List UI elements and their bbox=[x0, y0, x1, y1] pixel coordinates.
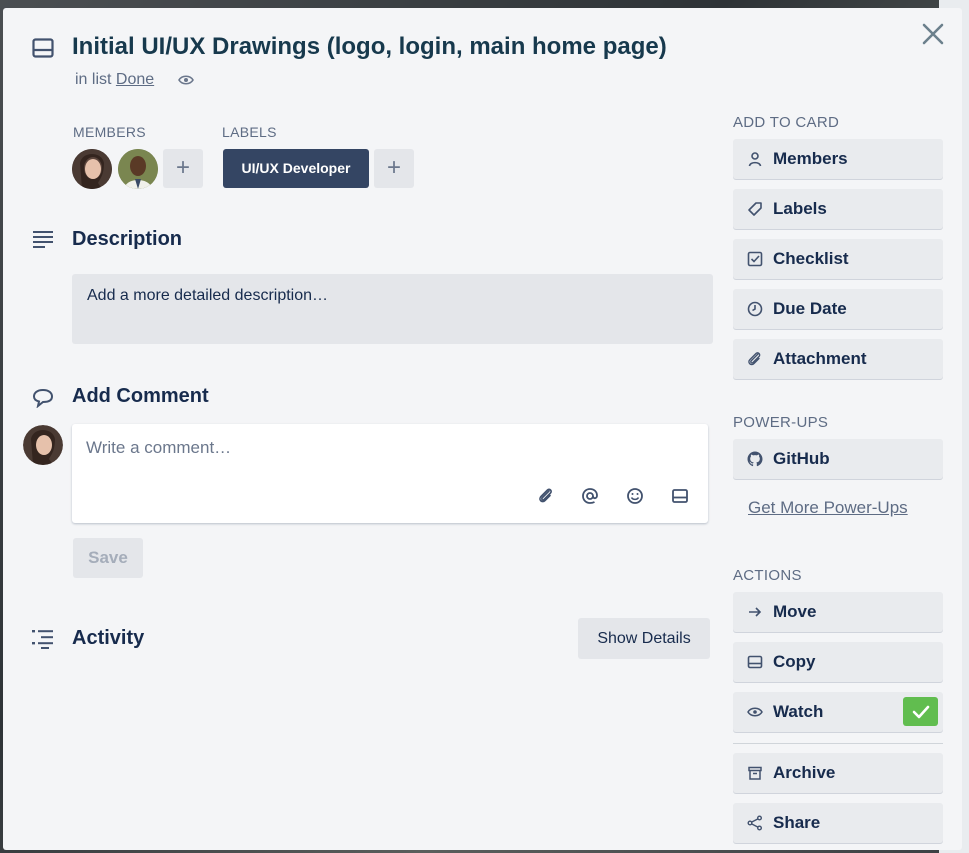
checkmark-icon bbox=[912, 705, 930, 719]
card-icon bbox=[747, 655, 763, 669]
add-comment-heading: Add Comment bbox=[72, 385, 209, 407]
close-button[interactable] bbox=[919, 22, 947, 50]
paperclip-icon bbox=[748, 352, 761, 366]
copy-button[interactable]: Copy bbox=[733, 642, 943, 682]
card-list-info: in list Done bbox=[75, 71, 154, 89]
in-list-prefix: in list bbox=[75, 71, 112, 88]
activity-icon bbox=[32, 630, 53, 649]
get-more-powerups-link[interactable]: Get More Power-Ups bbox=[748, 498, 908, 518]
add-member-button[interactable]: + bbox=[163, 149, 203, 188]
archive-button[interactable]: Archive bbox=[733, 753, 943, 793]
add-members-button[interactable]: Members bbox=[733, 139, 943, 179]
add-checklist-button[interactable]: Checklist bbox=[733, 239, 943, 279]
avatar[interactable] bbox=[118, 149, 158, 189]
archive-icon bbox=[748, 766, 762, 780]
move-button[interactable]: Move bbox=[733, 592, 943, 632]
actions-divider bbox=[733, 743, 943, 744]
members-heading: MEMBERS bbox=[73, 124, 146, 140]
description-heading: Description bbox=[72, 228, 183, 250]
github-powerup-button[interactable]: GitHub bbox=[733, 439, 943, 479]
emoji-icon[interactable] bbox=[625, 486, 645, 506]
watch-checked-badge bbox=[903, 697, 938, 726]
copy-label: Copy bbox=[773, 652, 816, 671]
checkbox-icon bbox=[747, 251, 763, 267]
eye-icon bbox=[747, 707, 763, 717]
labels-heading: LABELS bbox=[222, 124, 277, 140]
tag-icon bbox=[748, 202, 762, 216]
clock-icon bbox=[747, 301, 763, 317]
description-icon bbox=[33, 231, 53, 248]
activity-heading: Activity bbox=[72, 627, 145, 649]
comment-placeholder: Write a comment… bbox=[86, 438, 232, 457]
share-icon bbox=[747, 815, 762, 831]
close-icon[interactable] bbox=[922, 23, 944, 45]
comment-input[interactable]: Write a comment… bbox=[72, 424, 708, 523]
add-attachment-button[interactable]: Attachment bbox=[733, 339, 943, 379]
add-checklist-label: Checklist bbox=[773, 249, 849, 268]
show-details-button[interactable]: Show Details bbox=[578, 618, 710, 659]
arrow-right-icon bbox=[749, 607, 762, 617]
avatar[interactable] bbox=[72, 149, 112, 189]
description-editor[interactable]: Add a more detailed description… bbox=[72, 274, 713, 344]
powerups-heading: POWER-UPS bbox=[733, 414, 829, 431]
add-labels-label: Labels bbox=[773, 199, 827, 218]
add-attachment-label: Attachment bbox=[773, 349, 867, 368]
add-due-date-button[interactable]: Due Date bbox=[733, 289, 943, 329]
attachment-icon[interactable] bbox=[536, 486, 556, 506]
actions-heading: ACTIONS bbox=[733, 567, 802, 584]
label-chip[interactable]: UI/UX Developer bbox=[223, 149, 369, 188]
github-label: GitHub bbox=[773, 449, 830, 468]
add-due-date-label: Due Date bbox=[773, 299, 847, 318]
github-icon bbox=[747, 451, 763, 467]
share-label: Share bbox=[773, 813, 821, 832]
list-link[interactable]: Done bbox=[116, 71, 154, 88]
add-members-label: Members bbox=[773, 149, 848, 168]
avatar bbox=[23, 425, 63, 465]
watching-eye-icon bbox=[178, 75, 194, 85]
person-icon bbox=[748, 152, 762, 167]
card-icon bbox=[32, 38, 54, 58]
add-labels-button[interactable]: Labels bbox=[733, 189, 943, 229]
mention-icon[interactable] bbox=[580, 486, 600, 506]
comment-icon bbox=[32, 388, 54, 408]
move-label: Move bbox=[773, 602, 817, 621]
save-button[interactable]: Save bbox=[73, 538, 143, 578]
watch-label: Watch bbox=[773, 702, 824, 721]
description-placeholder: Add a more detailed description… bbox=[87, 287, 329, 304]
add-to-card-heading: ADD TO CARD bbox=[733, 114, 840, 131]
share-button[interactable]: Share bbox=[733, 803, 943, 843]
archive-label: Archive bbox=[773, 763, 836, 782]
card-icon[interactable] bbox=[670, 486, 690, 506]
card-title[interactable]: Initial UI/UX Drawings (logo, login, mai… bbox=[72, 33, 667, 61]
add-label-button[interactable]: + bbox=[374, 149, 414, 188]
